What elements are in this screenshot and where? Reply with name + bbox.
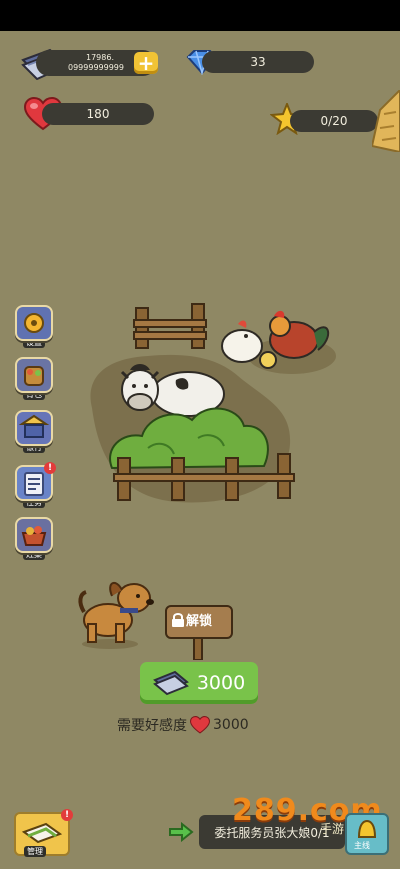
affection-counter: 180 xyxy=(42,103,154,125)
mainline-label: 主线 xyxy=(354,841,370,850)
unlock-button[interactable]: 3000 xyxy=(140,662,258,704)
farm-scene xyxy=(90,303,336,503)
back-fence xyxy=(133,303,207,349)
bank-icon xyxy=(15,410,53,446)
unlock-price-value: 3000 xyxy=(196,672,246,694)
unlock-sign-label: 解锁 xyxy=(186,614,213,629)
cash-value-bottom: 09999999999 xyxy=(68,63,124,72)
mainline-button[interactable]: 主线 xyxy=(345,813,389,855)
heart-value: 180 xyxy=(86,107,110,121)
add-cash-button[interactable]: + xyxy=(134,52,158,74)
side-item-bank[interactable]: 银行 xyxy=(13,410,55,458)
cash-value-top: 17986. xyxy=(86,53,114,62)
requirement-label: 需要好感度 xyxy=(117,718,187,734)
star-value: 0/20 xyxy=(320,114,348,128)
side-item-backpack[interactable]: 背包 xyxy=(13,357,55,405)
lock-icon xyxy=(172,613,184,627)
manage-button[interactable]: 管理 ! xyxy=(14,809,73,857)
side-item-settings[interactable]: 设置 xyxy=(13,305,55,353)
chick-illustration xyxy=(259,351,277,369)
quest-badge: ! xyxy=(44,462,56,474)
requirement-value: 3000 xyxy=(213,717,249,733)
hen-illustration xyxy=(221,320,263,363)
gem-counter: 33 xyxy=(202,51,314,73)
manage-badge: ! xyxy=(61,809,73,821)
gem-value: 33 xyxy=(250,55,266,69)
cash-icon xyxy=(152,670,189,696)
manage-label: 管理 xyxy=(24,846,46,857)
haystack-decoration xyxy=(372,90,400,152)
affection-requirement: 需要好感度 3000 xyxy=(117,715,287,735)
status-bar xyxy=(0,0,400,31)
dog-illustration xyxy=(78,581,154,649)
market-icon xyxy=(15,517,53,553)
quest-icon: ! xyxy=(15,462,56,501)
gear-icon xyxy=(15,305,53,341)
arrow-right-icon xyxy=(169,822,194,842)
heart-icon xyxy=(190,716,210,734)
backpack-icon xyxy=(15,357,53,393)
star-progress: 0/20 xyxy=(290,110,378,132)
side-item-quest[interactable]: ! 任务 xyxy=(13,462,56,513)
side-item-market[interactable]: 灶集 xyxy=(13,517,55,565)
